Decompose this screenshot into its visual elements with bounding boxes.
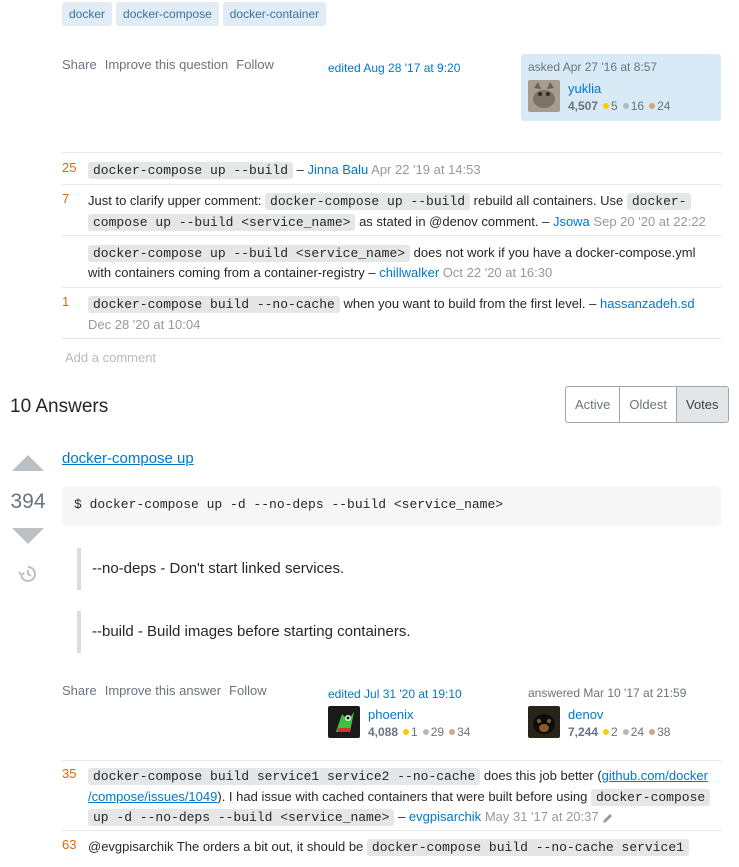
upvote-arrow-icon[interactable]	[12, 455, 44, 471]
comment-author[interactable]: Jsowa	[553, 214, 590, 229]
question-edited-link[interactable]: edited Aug 28 '17 at 9:20	[328, 61, 460, 75]
answerer-user-card: answered Mar 10 '17 at 21:59 denov 7,244…	[521, 680, 721, 747]
inline-code: docker-compose up --build <service_name>	[88, 245, 411, 262]
comment-date[interactable]: Apr 22 '19 at 14:53	[371, 162, 480, 177]
issue-link[interactable]: github.com/docker	[602, 768, 708, 783]
asker-username[interactable]: yuklia	[568, 81, 601, 96]
inline-code: docker-compose build service1 service2 -…	[88, 768, 481, 785]
inline-code: docker-compose up --build	[265, 193, 471, 210]
sort-tab-votes[interactable]: Votes	[676, 387, 728, 422]
tag-docker[interactable]: docker	[62, 2, 113, 26]
inline-code: docker-compose build --no-cache service1	[366, 839, 689, 856]
sort-tab-active[interactable]: Active	[566, 387, 621, 422]
inline-code: compose up --build <service_name>	[88, 213, 356, 231]
question-post-menu: Share Improve this question Follow	[62, 57, 274, 72]
comment-score: 63	[62, 837, 77, 852]
comment-item: 1 docker-compose build --no-cache when y…	[62, 294, 721, 339]
follow-link[interactable]: Follow	[236, 57, 274, 72]
inline-code: docker-compose up --build	[88, 162, 294, 179]
inline-code: docker-	[626, 193, 692, 210]
answerer-username[interactable]: denov	[568, 707, 603, 722]
comment-author[interactable]: Jinna Balu	[308, 162, 369, 177]
follow-link[interactable]: Follow	[229, 683, 267, 698]
share-link[interactable]: Share	[62, 57, 97, 72]
user-avatar[interactable]	[528, 80, 560, 112]
comment-item: docker-compose up --build <service_name>…	[62, 243, 721, 288]
share-link[interactable]: Share	[62, 683, 97, 698]
inline-code: up -d --no-deps --build <service_name>	[88, 809, 395, 826]
inline-code: docker-compose	[590, 788, 711, 806]
comment-item: 35 docker-compose build service1 service…	[62, 766, 721, 831]
comment-date[interactable]: May 31 '17 at 20:37	[485, 809, 599, 824]
asker-reputation: 4,507 5 16 24	[568, 99, 671, 113]
blockquote: --build - Build images before starting c…	[77, 611, 721, 653]
editor-username[interactable]: phoenix	[368, 707, 414, 722]
comment-score: 1	[62, 294, 70, 309]
comment-item: 7 Just to clarify upper comment: docker-…	[62, 191, 721, 236]
comment-date[interactable]: Oct 22 '20 at 16:30	[443, 265, 552, 280]
comment-item: 25 docker-compose up --build – Jinna Bal…	[62, 160, 721, 185]
tag-docker-container[interactable]: docker-container	[222, 2, 327, 26]
answerer-reputation: 7,244 2 24 38	[568, 725, 671, 739]
issue-link[interactable]: /compose/issues/1049	[88, 789, 217, 804]
comment-date[interactable]: Dec 28 '20 at 10:04	[88, 317, 200, 332]
comment-score: 25	[62, 160, 77, 175]
user-avatar[interactable]	[328, 706, 360, 738]
edited-timestamp-link[interactable]: edited Jul 31 '20 at 19:10	[328, 687, 462, 701]
improve-question-link[interactable]: Improve this question	[105, 57, 229, 72]
asked-timestamp: asked Apr 27 '16 at 8:57	[528, 60, 658, 74]
answer-post-menu: Share Improve this answer Follow	[62, 683, 267, 698]
comment-score: 35	[62, 766, 77, 781]
comments-divider	[62, 760, 721, 761]
comment-item: 63 @evgpisarchik The orders a bit out, i…	[62, 837, 721, 867]
comment-author[interactable]: evgpisarchik	[409, 809, 481, 824]
user-avatar[interactable]	[528, 706, 560, 738]
tag-list: docker docker-compose docker-container	[62, 2, 327, 26]
comment-score: 7	[62, 191, 70, 206]
code-block: $ docker-compose up -d --no-deps --build…	[62, 486, 721, 526]
answers-count-heading: 10 Answers	[10, 396, 109, 417]
answer-vote-count: 394	[10, 490, 46, 513]
comment-date[interactable]: Sep 20 '20 at 22:22	[593, 214, 705, 229]
editor-user-card: edited Jul 31 '20 at 19:10 phoenix 4,088…	[321, 680, 521, 747]
add-comment-link[interactable]: Add a comment	[65, 350, 156, 365]
answer-sort-tabs: Active Oldest Votes	[565, 386, 729, 423]
downvote-arrow-icon[interactable]	[12, 528, 44, 544]
asker-user-card: asked Apr 27 '16 at 8:57 yuklia 4,507 5 16…	[521, 54, 721, 121]
history-icon[interactable]	[18, 564, 38, 584]
comments-divider	[62, 152, 721, 153]
inline-code: docker-compose build --no-cache	[88, 296, 340, 313]
improve-answer-link[interactable]: Improve this answer	[105, 683, 221, 698]
pencil-icon	[603, 813, 613, 823]
comment-author[interactable]: hassanzadeh.sd	[600, 296, 695, 311]
tag-docker-compose[interactable]: docker-compose	[116, 2, 219, 26]
editor-reputation: 4,088 1 29 34	[368, 725, 471, 739]
sort-tab-oldest[interactable]: Oldest	[620, 387, 677, 422]
comment-author[interactable]: chillwalker	[379, 265, 439, 280]
answered-timestamp: answered Mar 10 '17 at 21:59	[528, 686, 687, 700]
answer-heading-link[interactable]: docker-compose up	[62, 450, 194, 467]
blockquote: --no-deps - Don't start linked services.	[77, 548, 721, 590]
